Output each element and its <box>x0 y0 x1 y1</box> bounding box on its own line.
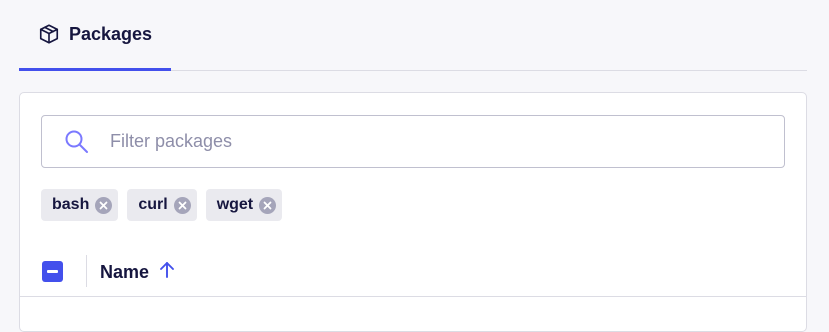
indeterminate-dash-icon <box>47 270 58 273</box>
tab-packages[interactable]: Packages <box>19 0 171 71</box>
chip-label: curl <box>138 196 168 213</box>
column-header-name[interactable]: Name <box>100 261 175 284</box>
filter-chips: bash curl wget <box>41 189 283 221</box>
tab-label: Packages <box>68 23 153 44</box>
filter-chip-wget: wget <box>205 189 283 221</box>
packages-panel: bash curl wget Name <box>19 92 807 332</box>
sort-ascending-icon[interactable] <box>159 261 175 284</box>
remove-chip-icon[interactable] <box>173 196 191 214</box>
chip-label: bash <box>52 196 90 213</box>
column-header-label: Name <box>100 262 150 282</box>
select-all-checkbox[interactable] <box>42 261 63 282</box>
remove-chip-icon[interactable] <box>259 196 277 214</box>
table-header: Name <box>20 248 806 297</box>
filter-chip-curl: curl <box>127 189 197 221</box>
column-divider <box>86 255 87 287</box>
remove-chip-icon[interactable] <box>95 196 113 214</box>
chip-label: wget <box>216 196 254 213</box>
search-icon <box>64 129 90 155</box>
search-input[interactable] <box>108 130 712 153</box>
search-box[interactable] <box>41 115 785 168</box>
filter-chip-bash: bash <box>41 189 119 221</box>
package-icon <box>38 23 60 45</box>
tab-bar: Packages <box>19 0 807 71</box>
